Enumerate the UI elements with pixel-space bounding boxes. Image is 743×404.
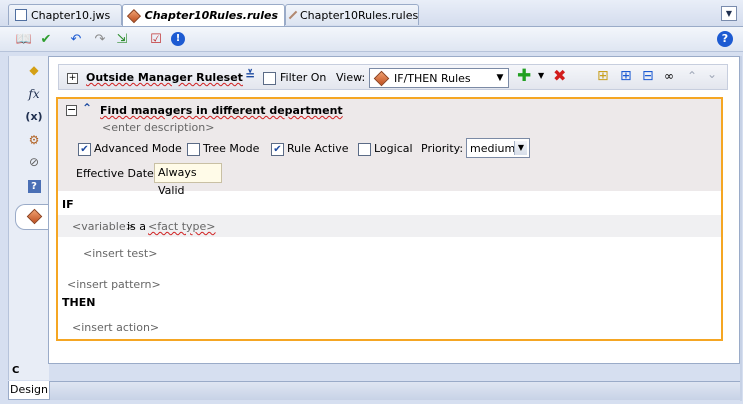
tab-design[interactable]: Design	[8, 381, 50, 400]
insert-action[interactable]: <insert action>	[72, 321, 159, 334]
logical-label: Logical	[374, 142, 413, 155]
undo-icon[interactable]: ↶	[68, 31, 84, 47]
rule-title[interactable]: Find managers in different department	[100, 104, 343, 117]
insert-pattern[interactable]: <insert pattern>	[67, 278, 161, 291]
expand-icon[interactable]: ⊞	[620, 68, 632, 84]
find-icon[interactable]: ∞	[664, 69, 674, 83]
priority-label: Priority:	[421, 142, 464, 155]
sidebar-bottom: C	[8, 364, 49, 380]
help-icon[interactable]: ?	[717, 31, 733, 47]
tree-mode-checkbox[interactable]	[187, 143, 200, 156]
advanced-mode-checkbox[interactable]: ✔	[78, 143, 91, 156]
filter-label: Filter On	[280, 71, 327, 84]
export-icon[interactable]: ⇲	[114, 31, 130, 47]
collapse-icon[interactable]: ⊟	[642, 68, 654, 84]
priority-value: medium	[470, 141, 516, 155]
pattern-variable[interactable]: <variable>	[72, 220, 135, 233]
validate-check-icon[interactable]: ✔	[38, 31, 54, 47]
bottom-tab-bar	[50, 381, 740, 400]
project-icon	[15, 9, 27, 21]
pattern-fact-type[interactable]: <fact type>	[148, 220, 215, 233]
advanced-mode-label: Advanced Mode	[94, 142, 182, 155]
ruleset-header: + Outside Manager Ruleset ≚ Filter On Vi…	[58, 64, 728, 90]
rules-icon	[373, 70, 390, 86]
pattern-is-a: is a	[127, 220, 147, 233]
filter-checkbox[interactable]	[263, 72, 276, 85]
tree-icon[interactable]: ⊞	[597, 68, 609, 84]
chevron-down-icon: ▼	[514, 141, 527, 155]
effective-date-field[interactable]: Always Valid	[154, 163, 222, 197]
tab-list-dropdown-icon[interactable]: ▼	[721, 6, 737, 21]
rules-icon	[126, 8, 141, 23]
tab-chapter10rules[interactable]: Chapter10Rules.rules	[285, 4, 419, 25]
help-tip-icon[interactable]: ?	[26, 178, 42, 194]
rule-description[interactable]: <enter description>	[102, 121, 214, 134]
rule-active-checkbox[interactable]: ✔	[271, 143, 284, 156]
rule-active-label: Rule Active	[287, 142, 349, 155]
sidebar-bottom-label: C	[12, 365, 20, 376]
add-icon[interactable]: ✚	[517, 66, 531, 86]
function-icon[interactable]: fx	[26, 86, 42, 102]
insert-test[interactable]: <insert test>	[83, 247, 157, 260]
add-dropdown-icon[interactable]: ▼	[538, 71, 544, 80]
view-select[interactable]: IF/THEN Rules ▼	[369, 68, 509, 88]
book-icon[interactable]: 📖	[16, 31, 32, 47]
logical-checkbox[interactable]	[358, 143, 371, 156]
bucket-icon[interactable]: ◆	[26, 62, 42, 78]
collapse-chevron-icon[interactable]: ≚	[245, 68, 255, 82]
rules-sidebar: ◆ fx (x) ⚙ ⊘ ?	[8, 56, 56, 364]
view-label: View:	[336, 71, 366, 84]
links-icon[interactable]: ⚙	[26, 132, 42, 148]
right-border	[740, 56, 742, 401]
expand-ruleset-icon[interactable]: +	[67, 73, 78, 84]
ruleset-icon[interactable]	[26, 208, 42, 224]
if-label: IF	[62, 198, 74, 211]
tab-label: Chapter10Rules.rules	[300, 8, 419, 22]
ruleset-name[interactable]: Outside Manager Ruleset	[86, 71, 243, 84]
rule-header: − ⌃ Find managers in different departmen…	[58, 99, 721, 197]
decision-function-icon[interactable]: ⊘	[26, 154, 42, 170]
effective-date-label: Effective Date:	[76, 167, 158, 180]
collapse-rule-icon[interactable]: −	[66, 104, 77, 116]
collapse-up-chevron-icon[interactable]: ⌃	[82, 101, 92, 115]
editor-tab-strip: Chapter10.jws Chapter10Rules.rules Chapt…	[0, 0, 743, 27]
redo-icon[interactable]: ↷	[92, 31, 108, 47]
view-value: IF/THEN Rules	[394, 71, 471, 85]
variable-icon[interactable]: (x)	[25, 108, 42, 124]
tab-chapter10rules-active[interactable]: Chapter10Rules.rules	[122, 4, 285, 26]
info-icon[interactable]: !	[170, 31, 186, 47]
tree-mode-label: Tree Mode	[203, 142, 260, 155]
tab-chapter10-jws[interactable]: Chapter10.jws	[8, 4, 122, 25]
tab-label: Chapter10Rules.rules	[144, 9, 278, 22]
editor-toolbar: 📖 ✔ ↶ ↷ ⇲ ☑ ! ?	[0, 27, 743, 52]
then-label: THEN	[62, 296, 96, 309]
tab-label: Chapter10.jws	[31, 8, 111, 22]
priority-select[interactable]: medium ▼	[466, 138, 530, 158]
move-up-icon[interactable]: ⌃	[687, 69, 697, 83]
move-down-icon[interactable]: ⌄	[707, 67, 717, 81]
chevron-down-icon: ▼	[496, 73, 504, 83]
delete-icon[interactable]: ✖	[553, 66, 566, 85]
rule-panel: − ⌃ Find managers in different departmen…	[56, 97, 723, 341]
rules-icon	[288, 10, 298, 20]
test-icon[interactable]: ☑	[148, 31, 164, 47]
